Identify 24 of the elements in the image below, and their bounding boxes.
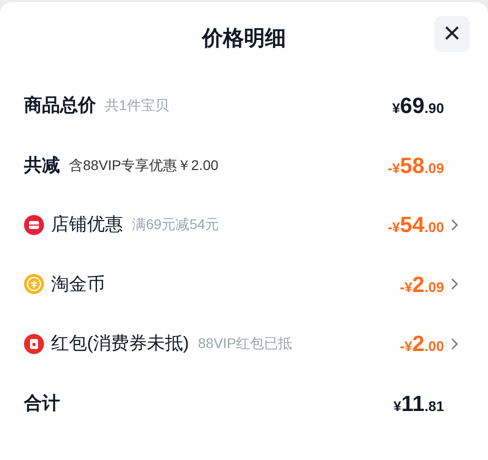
chevron-right-icon[interactable] bbox=[450, 218, 458, 231]
row-label: 合计 bbox=[24, 392, 60, 415]
row-note: 88VIP红包已抵 bbox=[198, 334, 292, 354]
price-amount: -¥54.00 bbox=[388, 211, 444, 240]
price-amount: -¥58.09 bbox=[388, 152, 444, 180]
row-label: 淘金币 bbox=[51, 272, 105, 296]
row-label: 共减 bbox=[24, 154, 60, 177]
price-amount: ¥69.90 bbox=[392, 92, 444, 120]
price-amount: ¥11.81 bbox=[393, 390, 444, 418]
price-amount: -¥2.00 bbox=[400, 330, 444, 358]
dialog-title: 价格明细 bbox=[202, 26, 286, 52]
row-label: 红包(消费券未抵) bbox=[51, 332, 189, 356]
row-note: 共1件宝贝 bbox=[105, 96, 169, 116]
price-amount: -¥2.09 bbox=[400, 270, 444, 299]
row-note: 含88VIP专享优惠￥2.00 bbox=[69, 156, 218, 175]
row-label: 店铺优惠 bbox=[51, 213, 123, 236]
chevron-right-icon[interactable] bbox=[450, 338, 458, 350]
chevron-right-icon[interactable] bbox=[450, 278, 458, 290]
close-button[interactable]: × bbox=[434, 16, 470, 52]
coin-icon bbox=[24, 274, 44, 294]
row-note: 满69元减54元 bbox=[132, 215, 220, 234]
shop-icon bbox=[24, 214, 44, 235]
envelope-icon bbox=[24, 334, 44, 354]
row-label: 商品总价 bbox=[24, 94, 96, 118]
